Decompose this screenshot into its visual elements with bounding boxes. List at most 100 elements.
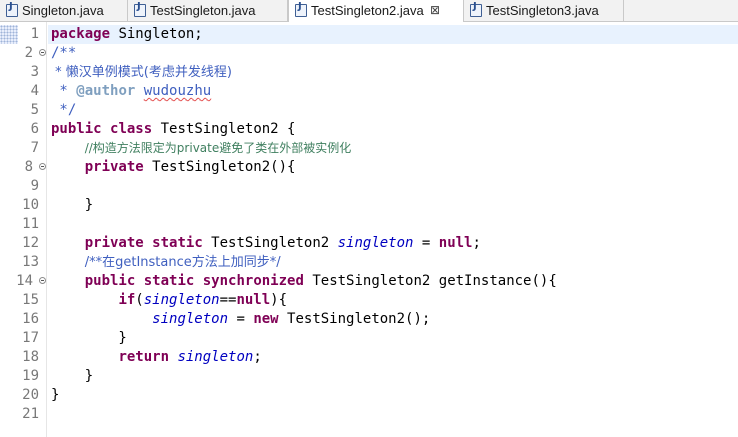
keyword: class	[110, 121, 153, 137]
line-number: 20	[22, 387, 39, 403]
line-number: 18	[22, 349, 39, 365]
code-text: return singleton;	[51, 348, 262, 367]
tab-testsingleton2-java[interactable]: TestSingleton2.java ⊠	[288, 0, 464, 22]
code-line: 12 private static TestSingleton2 singlet…	[0, 234, 738, 253]
code-line: 17 }	[0, 329, 738, 348]
line-number: 4	[30, 83, 39, 99]
operator: ==	[219, 292, 237, 308]
keyword: null	[236, 292, 271, 308]
package-name: Singleton;	[110, 26, 203, 42]
field-name: singleton	[152, 311, 229, 327]
code-text: /**在getInstance方法上加同步*/	[51, 253, 281, 272]
line-number: 13	[22, 254, 39, 270]
code-text: }	[51, 330, 127, 346]
tab-testsingleton-java[interactable]: TestSingleton.java	[128, 0, 288, 21]
java-file-icon	[470, 1, 482, 17]
code-line: 15 if(singleton==null){	[0, 291, 738, 310]
javadoc: */	[51, 102, 77, 118]
code-line: 18 return singleton;	[0, 348, 738, 367]
code-line: 4 * @author wudouzhu	[0, 82, 738, 101]
code-text: public class TestSingleton2 {	[51, 120, 295, 139]
fold-toggle-icon[interactable]	[39, 277, 46, 284]
java-file-icon	[134, 1, 146, 17]
field-name: singleton	[337, 235, 414, 251]
line-number: 1	[30, 26, 39, 42]
code-text: }	[51, 368, 94, 384]
line-number: 11	[22, 216, 39, 232]
code-line: 14 public static synchronized TestSingle…	[0, 272, 738, 291]
field-name: singleton	[143, 292, 220, 308]
keyword: if	[118, 292, 136, 308]
line-number: 16	[22, 311, 39, 327]
punctuation: ;	[253, 349, 262, 365]
code-text: private TestSingleton2(){	[51, 158, 296, 177]
field-name: singleton	[177, 349, 254, 365]
line-number: 7	[30, 140, 39, 156]
javadoc: * 懒汉单例模式(考虑并发线程)	[51, 65, 232, 80]
java-file-icon	[295, 1, 307, 17]
code-line: 21	[0, 405, 738, 424]
punctuation: (	[135, 292, 144, 308]
line-number: 21	[22, 406, 39, 422]
code-text: singleton = new TestSingleton2();	[51, 310, 430, 329]
tab-label: Singleton.java	[22, 3, 104, 18]
line-number: 10	[22, 197, 39, 213]
line-number: 8	[24, 159, 33, 175]
type-name: TestSingleton2	[202, 235, 338, 251]
line-number: 6	[30, 121, 39, 137]
javadoc: /**	[51, 45, 77, 61]
fold-toggle-icon[interactable]	[39, 163, 46, 170]
method-decl: TestSingleton2 getInstance(){	[303, 273, 557, 289]
line-number: 15	[22, 292, 39, 308]
code-editor[interactable]: 1 package Singleton; 2 /** 3 * 懒汉单例模式(考虑…	[0, 22, 738, 437]
code-text: package Singleton;	[51, 25, 203, 44]
code-text: }	[51, 387, 60, 403]
tab-testsingleton3-java[interactable]: TestSingleton3.java	[464, 0, 624, 21]
code-text: * @author wudouzhu	[51, 82, 211, 101]
keyword: package	[51, 26, 111, 42]
code-line: 8 private TestSingleton2(){	[0, 158, 738, 177]
constructor-decl: TestSingleton2(){	[143, 159, 296, 175]
line-number: 19	[22, 368, 39, 384]
line-number: 2	[24, 45, 33, 61]
fold-toggle-icon[interactable]	[39, 49, 46, 56]
line-comment: //构造方法限定为private避免了类在外部被实例化	[84, 141, 352, 155]
punctuation: ){	[270, 292, 288, 308]
code-text: if(singleton==null){	[51, 291, 287, 310]
constructor-call: TestSingleton2();	[278, 311, 431, 327]
editor-tab-bar: Singleton.java TestSingleton.java TestSi…	[0, 0, 738, 22]
code-line: 3 * 懒汉单例模式(考虑并发线程)	[0, 63, 738, 82]
code-line: 9	[0, 177, 738, 196]
line-number: 12	[22, 235, 39, 251]
punctuation: ;	[472, 235, 481, 251]
keyword: public	[84, 273, 136, 289]
keyword: static	[143, 273, 195, 289]
code-line: 11	[0, 215, 738, 234]
javadoc: /**在getInstance方法上加同步*/	[84, 255, 281, 270]
code-line: 1 package Singleton;	[0, 25, 738, 44]
java-file-icon	[6, 1, 18, 17]
close-tab-icon[interactable]: ⊠	[430, 0, 440, 21]
code-line: 10 }	[0, 196, 738, 215]
keyword: private	[84, 235, 144, 251]
tab-label: TestSingleton3.java	[486, 3, 599, 18]
code-line: 6 public class TestSingleton2 {	[0, 120, 738, 139]
keyword: public	[51, 121, 102, 137]
line-number: 14	[16, 273, 33, 289]
operator: =	[228, 311, 254, 327]
code-line: 19 }	[0, 367, 738, 386]
line-number: 17	[22, 330, 39, 346]
code-line: 13 /**在getInstance方法上加同步*/	[0, 253, 738, 272]
javadoc-tag: @author	[76, 83, 136, 99]
code-text: //构造方法限定为private避免了类在外部被实例化	[51, 139, 352, 158]
author-name: wudouzhu	[143, 83, 212, 99]
class-decl: TestSingleton2 {	[152, 121, 296, 137]
tab-singleton-java[interactable]: Singleton.java	[0, 0, 128, 21]
